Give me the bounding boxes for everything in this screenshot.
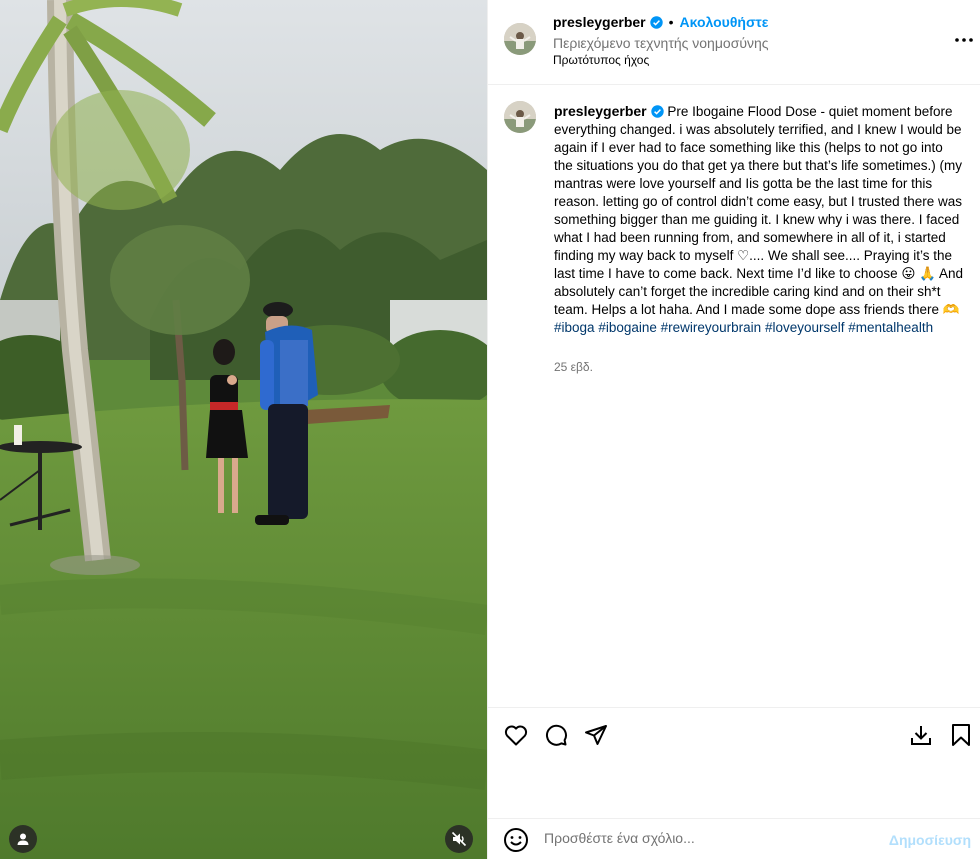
- post-media[interactable]: [0, 0, 487, 859]
- muted-speaker-icon: [451, 831, 467, 847]
- verified-badge-icon: [649, 16, 663, 29]
- comment-icon: [545, 724, 567, 746]
- verified-badge-icon: [650, 105, 664, 118]
- avatar-image: [504, 101, 536, 133]
- download-icon: [911, 726, 931, 745]
- share-button[interactable]: [583, 722, 609, 748]
- save-button[interactable]: [948, 722, 974, 748]
- comment-button[interactable]: [543, 722, 569, 748]
- share-icon: [585, 725, 607, 745]
- avatar-image: [504, 23, 536, 55]
- emoji-icon: [504, 828, 528, 852]
- header-title-row: presleygerber • Ακολουθήστε: [553, 14, 768, 30]
- more-options-button[interactable]: [953, 30, 975, 50]
- author-avatar[interactable]: [504, 23, 536, 55]
- post-header: presleygerber • Ακολουθήστε Περιεχόμενο τ…: [488, 0, 980, 85]
- comment-composer: Δημοσίευση: [488, 818, 980, 859]
- heart-icon: [504, 725, 528, 746]
- post-side-panel: presleygerber • Ακολουθήστε Περιεχόμενο τ…: [487, 0, 980, 859]
- like-button[interactable]: [503, 722, 529, 748]
- caption-text: presleygerber Pre Ibogaine Flood Dose - …: [554, 102, 964, 337]
- user-tags-button[interactable]: [9, 825, 37, 853]
- action-bar: [488, 708, 980, 818]
- user-tags-icon: [17, 833, 29, 845]
- follow-button[interactable]: Ακολουθήστε: [680, 14, 769, 30]
- hashtag-link[interactable]: #rewireyourbrain: [661, 320, 762, 335]
- caption-avatar[interactable]: [504, 101, 536, 133]
- hashtag-link[interactable]: #iboga: [554, 320, 595, 335]
- caption-section: presleygerber Pre Ibogaine Flood Dose - …: [488, 86, 980, 708]
- mute-toggle-button[interactable]: [445, 825, 473, 853]
- hashtag-link[interactable]: #mentalhealth: [848, 320, 933, 335]
- comment-input[interactable]: [544, 830, 874, 846]
- hashtag-link[interactable]: #loveyourself: [765, 320, 845, 335]
- emoji-picker-button[interactable]: [503, 827, 529, 853]
- download-button[interactable]: [908, 722, 934, 748]
- ai-content-label[interactable]: Περιεχόμενο τεχνητής νοημοσύνης: [553, 35, 769, 51]
- audio-label[interactable]: Πρωτότυπος ήχος: [553, 53, 649, 67]
- caption-body: Pre Ibogaine Flood Dose - quiet moment b…: [554, 104, 964, 317]
- video-frame: [0, 0, 487, 859]
- author-username[interactable]: presleygerber: [553, 14, 646, 30]
- more-options-icon: [955, 38, 973, 42]
- hashtag-link[interactable]: #ibogaine: [598, 320, 657, 335]
- post-age[interactable]: 25 εβδ.: [554, 360, 593, 374]
- post-comment-button[interactable]: Δημοσίευση: [889, 832, 971, 848]
- caption-username[interactable]: presleygerber: [554, 103, 647, 119]
- separator-dot: •: [668, 14, 674, 30]
- bookmark-icon: [952, 724, 970, 746]
